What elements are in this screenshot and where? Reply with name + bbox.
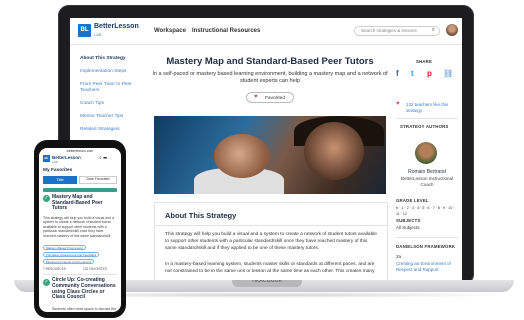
check-icon: ✓ (43, 279, 50, 286)
twitter-icon[interactable]: t (411, 69, 414, 78)
author-avatar[interactable] (415, 142, 437, 164)
favorite-item-title[interactable]: Circle Up: Co-creating Community Convers… (52, 277, 118, 301)
favorites-count: 132 FAVORITES (83, 267, 107, 271)
framework-heading: DANIELSON FRAMEWORK (396, 244, 456, 249)
about-paragraph-1: This strategy will help you build a visu… (165, 232, 377, 251)
tab-title[interactable]: Title (43, 176, 77, 184)
grade-value: K · 1 · 2 · 3 · 4 · 5 · 6 · 7 · 8 · 9 · … (396, 206, 455, 216)
phone-url: betterlesson.com (66, 149, 94, 153)
page-title: Mastery Map and Standard-Based Peer Tuto… (166, 56, 374, 67)
subjects-heading: SUBJECTS (396, 218, 421, 223)
sidebar-item-coach-tips[interactable]: Coach Tips (80, 101, 142, 107)
facebook-icon[interactable]: f (396, 69, 399, 78)
framework-code: 2a (396, 254, 402, 259)
logo-name[interactable]: BetterLesson (94, 23, 139, 30)
hero-student-2 (304, 122, 364, 180)
link-icon[interactable]: ⛓ (443, 69, 453, 78)
user-avatar[interactable] (446, 24, 458, 36)
nav-instructional-resources[interactable]: Instructional Resources (192, 28, 260, 34)
search-input[interactable]: Search strategies & lessons ⌕ (354, 26, 440, 36)
share-heading: SHARE (416, 59, 433, 64)
tab-date-favorited[interactable]: Date Favorited (79, 176, 117, 184)
sidebar-item-implementation[interactable]: Implementation Steps (80, 69, 142, 75)
favorite-button[interactable]: ♥ Favorited (246, 92, 294, 103)
heart-icon: ♥ (254, 94, 258, 100)
search-menu-icons[interactable]: ⌕ ☰ (99, 155, 107, 161)
search-placeholder: Search strategies & lessons (361, 28, 417, 33)
about-paragraph-2: In a mastery-based learning system, stud… (165, 262, 375, 274)
about-heading: About This Strategy (165, 211, 237, 220)
logo-sub: LAB (94, 32, 102, 37)
author-name[interactable]: Romain Bertrand (396, 169, 458, 175)
card-accent (43, 188, 117, 192)
page-subtitle: In a self-paced or mastery based learnin… (152, 71, 388, 84)
strategy-sidebar: About This Strategy Implementation Steps… (80, 56, 142, 140)
tag-chip[interactable]: Formative Assessment and Feedback (43, 252, 100, 257)
heart-icon: ♥ (396, 101, 400, 107)
favorite-item-desc: This strategy will help you build a visu… (43, 216, 115, 238)
hero-student-1 (214, 134, 270, 178)
sidebar-item-peer-tutor[interactable]: From Peer Tutor to Peer Teachers (80, 82, 142, 94)
sidebar-item-related[interactable]: Related Strategies (80, 127, 142, 133)
phone-screen: betterlesson.com BL BetterLesson LAB ⌕ ☰… (39, 148, 121, 312)
likes-count[interactable]: 132 teachers like this strategy (406, 102, 460, 114)
site-header: BL BetterLesson LAB Workspace Instructio… (70, 18, 462, 45)
check-icon: ✓ (43, 195, 50, 202)
divider (155, 225, 387, 226)
tag-chip[interactable]: Mastery-Based Progression (43, 245, 87, 250)
favorite-label: Favorited (265, 95, 285, 101)
sidebar-item-mentor-tips[interactable]: Mentor Teacher Tips (80, 114, 142, 120)
pinterest-icon[interactable]: p (427, 69, 432, 78)
favorite-item-title[interactable]: Mastery Map and Standard-Based Peer Tuto… (52, 194, 116, 212)
author-role: BetterLesson Instructional Coach (400, 176, 454, 187)
divider (396, 237, 458, 238)
logo-sub: LAB (52, 160, 58, 164)
divider (396, 118, 458, 119)
chevron-down-icon[interactable]: ⌄ (244, 27, 249, 34)
about-card: About This Strategy This strategy will h… (154, 202, 388, 280)
search-icon[interactable]: ⌕ (432, 27, 435, 34)
grade-heading: GRADE LEVEL (396, 198, 429, 203)
tag-chip[interactable]: Meeting the Needs of All Learners (43, 259, 95, 264)
favorites-title: My Favorites (43, 168, 73, 173)
logo-mark[interactable]: BL (78, 24, 91, 37)
logo-mark[interactable]: BL (43, 155, 50, 162)
hero-image (154, 116, 386, 194)
subjects-value: All Subjects (396, 225, 420, 230)
nav-workspace[interactable]: Workspace (154, 28, 186, 34)
laptop-screen: BL BetterLesson LAB Workspace Instructio… (70, 18, 462, 280)
framework-desc[interactable]: Creating an Environment of Respect and R… (396, 261, 458, 273)
sidebar-item-about[interactable]: About This Strategy (80, 56, 142, 62)
divider (43, 274, 117, 275)
authors-heading: STRATEGY AUTHORS (400, 124, 449, 129)
favorite-item-desc: Students often need space to discuss the (52, 307, 117, 311)
